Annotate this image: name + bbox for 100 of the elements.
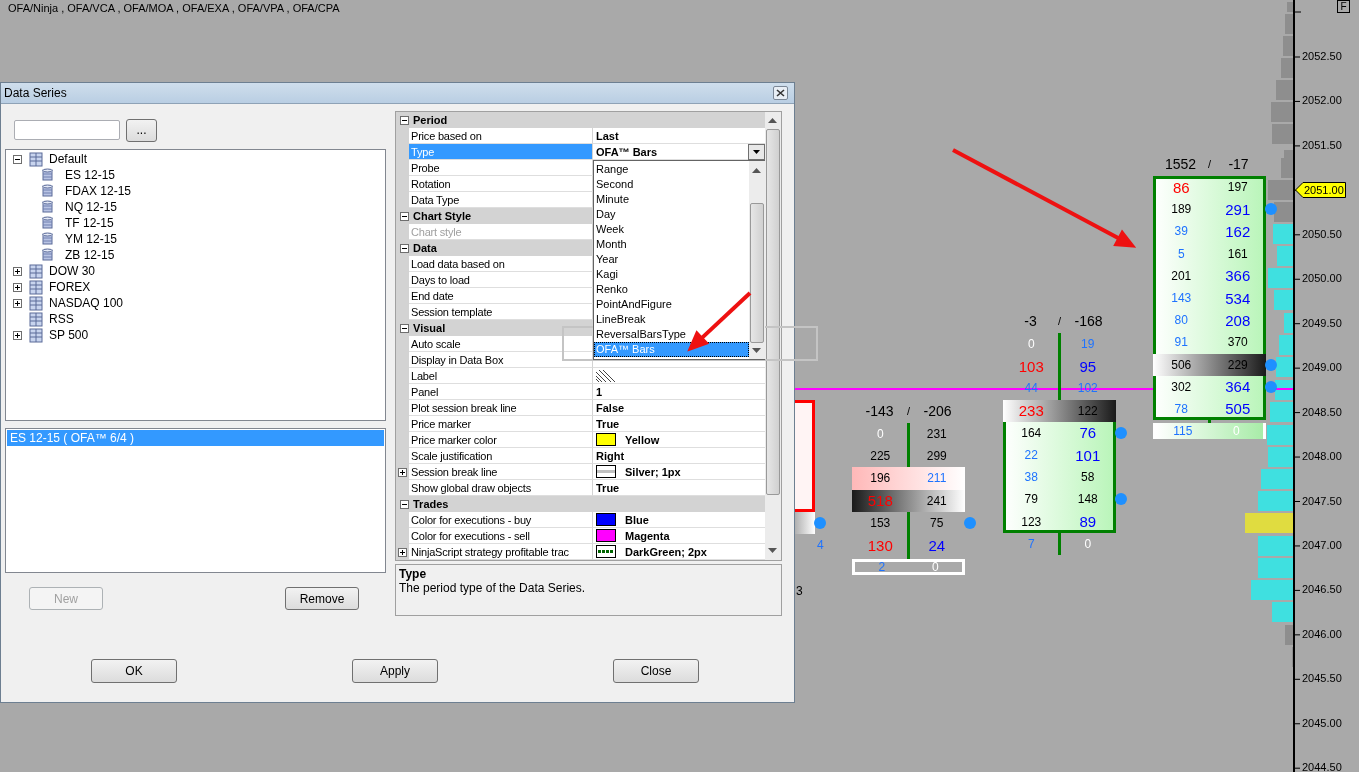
property-name[interactable]: Probe bbox=[409, 160, 593, 176]
property-name[interactable]: Color for executions - buy bbox=[409, 512, 593, 528]
volume-cell-text: 79 bbox=[1023, 492, 1039, 507]
description-title: Type bbox=[399, 567, 428, 581]
volume-cell-text: 80 bbox=[1173, 313, 1189, 328]
volume-cell-text: 0 bbox=[1083, 536, 1093, 551]
volume-cell: 3 bbox=[796, 584, 803, 598]
volume-cell-text: 364 bbox=[1224, 378, 1252, 396]
property-value: True bbox=[596, 417, 620, 430]
volume-cell-text: 0 bbox=[1026, 337, 1036, 352]
tree-item[interactable]: FDAX 12-15 bbox=[65, 184, 132, 198]
chart-title: OFA/Ninja , OFA/VCA , OFA/MOA , OFA/EXA , OFA/VPA , OFA/CPA bbox=[8, 2, 340, 14]
volume-cell-text: 196 bbox=[869, 471, 892, 486]
property-name[interactable]: Rotation bbox=[409, 176, 593, 192]
property-value: Yellow bbox=[625, 433, 660, 446]
tree-item[interactable]: YM 12-15 bbox=[65, 232, 118, 246]
category-label: Trades bbox=[412, 498, 449, 510]
property-name[interactable]: Panel bbox=[409, 384, 593, 400]
property-name[interactable]: Session break line bbox=[409, 464, 593, 480]
tree-item[interactable]: ZB 12-15 bbox=[65, 248, 115, 262]
dropdown-option[interactable]: Day bbox=[594, 207, 749, 222]
dropdown-option[interactable]: Week bbox=[594, 222, 749, 237]
dropdown-option[interactable]: Second bbox=[594, 177, 749, 192]
dialog-button[interactable]: Apply bbox=[352, 659, 438, 683]
tree-item[interactable]: RSS bbox=[49, 312, 74, 326]
property-name[interactable]: Price marker bbox=[409, 416, 593, 432]
volume-cell-text: 505 bbox=[1224, 400, 1252, 418]
dropdown-option[interactable]: Kagi bbox=[594, 267, 749, 282]
volume-cell-text: 370 bbox=[1226, 335, 1249, 350]
delta-value: 1552 bbox=[1163, 156, 1198, 172]
axis-label: 2052.50 bbox=[1302, 50, 1342, 62]
delta-value: -206 bbox=[922, 403, 953, 419]
tree-item[interactable]: TF 12-15 bbox=[65, 216, 114, 230]
volume-cell-text: 103 bbox=[1017, 357, 1045, 375]
volume-cell-text: 0 bbox=[1231, 424, 1241, 439]
volume-cell-text: 143 bbox=[1170, 291, 1193, 306]
property-name[interactable]: NinjaScript strategy profitable trac bbox=[409, 544, 593, 560]
volume-cell-text: 518 bbox=[866, 492, 894, 510]
property-name[interactable]: Price marker color bbox=[409, 432, 593, 448]
dialog-button[interactable]: Close bbox=[613, 659, 699, 683]
property-name[interactable]: Label bbox=[409, 368, 593, 384]
volume-cell: 4 bbox=[817, 538, 824, 552]
volume-cell-text: 208 bbox=[1224, 311, 1252, 329]
category-label: Data bbox=[412, 242, 437, 254]
dropdown-option[interactable]: PointAndFigure bbox=[594, 297, 749, 312]
browse-button[interactable]: ... bbox=[126, 118, 157, 142]
volume-cell-text: 2 bbox=[877, 560, 887, 575]
dialog-button[interactable]: OK bbox=[91, 659, 177, 683]
property-value: Last bbox=[596, 129, 619, 142]
property-name[interactable]: Plot session break line bbox=[409, 400, 593, 416]
property-value: True bbox=[596, 481, 620, 494]
axis-label: 2048.00 bbox=[1302, 450, 1342, 463]
tree-item[interactable]: FOREX bbox=[49, 280, 91, 294]
volume-cell-text: 76 bbox=[1078, 424, 1098, 442]
tree-item[interactable]: NQ 12-15 bbox=[65, 200, 118, 214]
volume-cell-text: 5 bbox=[1176, 246, 1186, 261]
dropdown-option[interactable]: Renko bbox=[594, 282, 749, 297]
volume-cell-text: 241 bbox=[925, 493, 948, 508]
dropdown-option[interactable]: Range bbox=[594, 162, 749, 177]
tree-item[interactable]: SP 500 bbox=[49, 328, 89, 342]
volume-cell-text: 164 bbox=[1020, 425, 1043, 440]
tree-item[interactable]: NASDAQ 100 bbox=[49, 296, 124, 310]
axis-label: 2052.00 bbox=[1302, 94, 1342, 107]
volume-cell-text: 38 bbox=[1023, 470, 1039, 485]
volume-cell-text: 302 bbox=[1170, 379, 1193, 394]
property-value: Blue bbox=[625, 513, 649, 526]
property-value: False bbox=[596, 401, 625, 414]
tree-item[interactable]: Default bbox=[49, 152, 88, 166]
delta-value: -143 bbox=[864, 403, 895, 419]
property-name[interactable]: Days to load bbox=[409, 272, 593, 288]
volume-cell-text: 24 bbox=[927, 536, 947, 554]
volume-cell-text: 22 bbox=[1023, 448, 1039, 463]
property-name[interactable]: Load data based on bbox=[409, 256, 593, 272]
tree-item[interactable]: DOW 30 bbox=[49, 264, 95, 278]
volume-cell-text: 229 bbox=[1226, 357, 1249, 372]
separator: / bbox=[1207, 158, 1212, 170]
dropdown-option[interactable]: Month bbox=[594, 237, 749, 252]
volume-cell-text: 122 bbox=[1076, 403, 1099, 418]
separator: / bbox=[1057, 315, 1062, 327]
volume-cell-text: 225 bbox=[869, 449, 892, 464]
volume-cell-text: 91 bbox=[1173, 335, 1189, 350]
property-value: 1 bbox=[596, 385, 603, 398]
volume-cell-text: 197 bbox=[1226, 180, 1249, 195]
volume-cell-text: 39 bbox=[1173, 224, 1189, 239]
description-text: The period type of the Data Series. bbox=[399, 581, 586, 595]
property-name[interactable]: Display in Data Box bbox=[409, 352, 593, 368]
tree-item[interactable]: ES 12-15 bbox=[65, 168, 116, 182]
property-name[interactable]: Color for executions - sell bbox=[409, 528, 593, 544]
property-value: OFA™ Bars bbox=[596, 145, 658, 158]
f-button[interactable]: F bbox=[1337, 0, 1350, 13]
property-name[interactable]: Scale justification bbox=[409, 448, 593, 464]
remove-button[interactable]: Remove bbox=[285, 587, 359, 610]
property-name[interactable]: Auto scale bbox=[409, 336, 593, 352]
category-label: Visual bbox=[412, 322, 446, 334]
axis-label: 2049.50 bbox=[1302, 316, 1342, 329]
volume-cell-text: 161 bbox=[1226, 246, 1249, 261]
volume-cell-text: 19 bbox=[1080, 337, 1096, 352]
property-name[interactable]: End date bbox=[409, 288, 593, 304]
volume-cell-text: 162 bbox=[1224, 222, 1252, 240]
dropdown-option[interactable]: Minute bbox=[594, 192, 749, 207]
